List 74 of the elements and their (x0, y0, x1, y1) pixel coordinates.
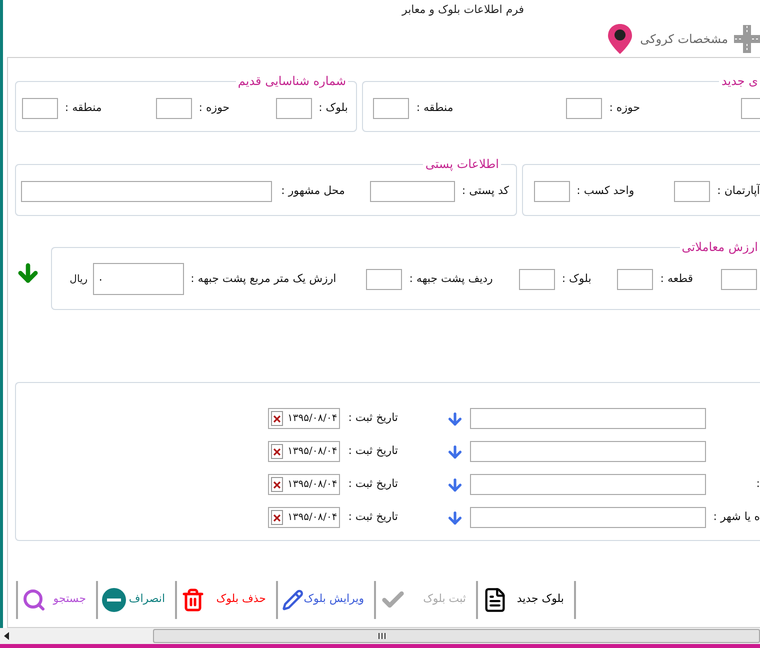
down-arrow-button[interactable] (446, 476, 464, 494)
group-legend: ارزش معاملاتی (680, 240, 760, 254)
toolbar-button[interactable]: انصراف (98, 580, 177, 618)
input-field[interactable] (21, 180, 272, 202)
horizontal-scrollbar[interactable] (0, 628, 760, 644)
input-field[interactable] (741, 98, 760, 118)
scrollbar-thumb[interactable] (153, 629, 760, 643)
field-label: تاریخ ثبت : (348, 410, 398, 426)
date-field[interactable]: ۱۳۹۵/۰۸/۰۴ (268, 408, 340, 429)
field-label: تاریخ ثبت : (348, 476, 398, 492)
input-field[interactable] (366, 268, 402, 290)
group-legend: شماره شناسایی قدیم (236, 74, 348, 88)
toolbar-button[interactable]: ویرایش بلوک (278, 580, 376, 618)
field-label: ارزش یک متر مربع پشت جبهه : (190, 270, 336, 287)
input-field[interactable]: ۰ (92, 263, 184, 295)
field-label: تاریخ ثبت : (348, 509, 398, 526)
input-field[interactable] (470, 507, 706, 528)
input-field[interactable] (156, 98, 192, 118)
input-field[interactable] (373, 98, 410, 118)
input-field[interactable] (721, 268, 757, 290)
down-arrow-icon (446, 476, 464, 494)
input-field[interactable] (370, 180, 455, 202)
input-field[interactable] (674, 180, 710, 202)
field-label: منطقه : (64, 100, 102, 116)
clear-icon[interactable] (271, 477, 284, 492)
currency-label: ریال (70, 272, 88, 286)
minus-circle-icon (102, 588, 126, 612)
input-field[interactable] (470, 474, 706, 495)
trash-icon (181, 588, 205, 612)
field-label: واحد کسب : (576, 182, 634, 199)
down-arrow-icon (446, 508, 464, 526)
field-label: آپارتمان : (717, 182, 760, 199)
field-label: کد پستی : (462, 182, 509, 199)
field-label: حوزه : (609, 100, 640, 116)
field-label: تاریخ ثبت : (348, 443, 398, 460)
date-field[interactable]: ۱۳۹۵/۰۸/۰۴ (268, 441, 340, 462)
input-field[interactable] (617, 268, 654, 290)
field-label: : (756, 476, 760, 492)
input-field[interactable] (470, 441, 706, 462)
window-title: فرم اطلاعات بلوک و معابر (402, 2, 524, 18)
toolbar-button[interactable]: حذف بلوک (177, 580, 278, 618)
search-icon (22, 588, 46, 612)
scroll-left-icon[interactable] (4, 632, 9, 640)
down-arrow-button[interactable] (446, 410, 464, 428)
date-field[interactable]: ۱۳۹۵/۰۸/۰۴ (268, 507, 340, 528)
clear-icon[interactable] (271, 444, 284, 459)
pencil-icon (282, 588, 304, 612)
field-label: قطعه : (660, 270, 693, 287)
field-label: ه یا شهر : (713, 509, 760, 526)
input-field[interactable] (276, 98, 312, 118)
group-legend: ی جدید (719, 74, 760, 88)
toolbar-button[interactable]: بلوک جدید (478, 580, 576, 618)
field-label: حوزه : (198, 100, 230, 116)
input-field[interactable] (534, 180, 570, 202)
group-legend: اطلاعات پستی (423, 157, 501, 171)
input-field[interactable] (566, 98, 602, 118)
toolbar-button[interactable]: جستجو (16, 580, 98, 618)
down-arrow-button[interactable] (446, 508, 464, 526)
field-label: بلوک : (562, 270, 592, 287)
field-label: بلوک : (318, 100, 348, 116)
down-arrow-icon (446, 410, 464, 428)
input-field[interactable] (22, 98, 58, 118)
clear-icon[interactable] (271, 510, 284, 525)
field-label: محل مشهور : (281, 182, 345, 199)
field-label: ردیف پشت جبهه : (409, 270, 493, 287)
field-label: منطقه : (416, 100, 454, 116)
down-arrow-button[interactable] (446, 442, 464, 460)
down-arrow-icon (446, 442, 464, 460)
sketch-tab[interactable]: مشخصات کروکی (640, 24, 760, 52)
clear-icon[interactable] (271, 411, 284, 426)
input-field[interactable] (518, 268, 555, 290)
date-field[interactable]: ۱۳۹۵/۰۸/۰۴ (268, 474, 340, 495)
input-field[interactable] (470, 408, 706, 429)
map-pin-icon (608, 24, 632, 54)
